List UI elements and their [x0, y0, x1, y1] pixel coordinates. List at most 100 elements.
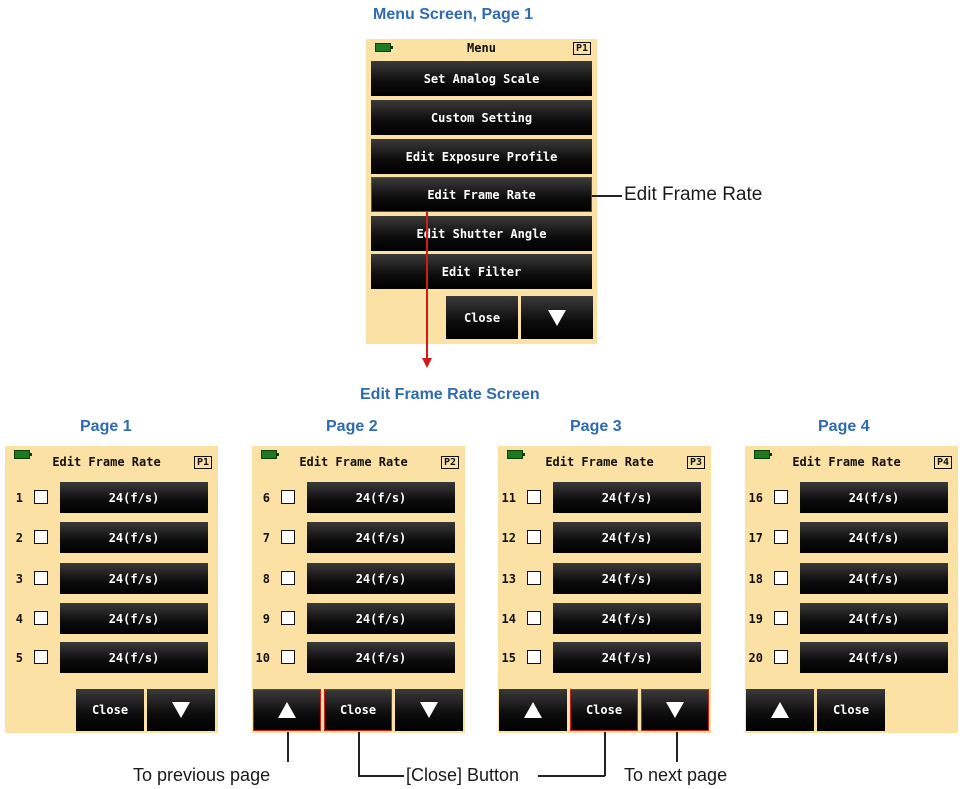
row-checkbox[interactable] — [774, 490, 788, 504]
row-checkbox[interactable] — [527, 490, 541, 504]
next-page-button[interactable] — [641, 689, 709, 731]
close-button[interactable]: Close — [446, 296, 518, 339]
frame-rate-value-button[interactable]: 24(f/s) — [800, 522, 948, 553]
callout-line-close-left-drop — [358, 732, 360, 776]
row-checkbox[interactable] — [34, 571, 48, 585]
frame-rate-value-button[interactable]: 24(f/s) — [800, 563, 948, 594]
edit-frame-rate-page-1: Edit Frame Rate P1 1 24(f/s) 2 24(f/s) 3… — [5, 446, 218, 733]
close-button[interactable]: Close — [817, 689, 885, 731]
frame-rate-value-button[interactable]: 24(f/s) — [60, 563, 208, 594]
row-number: 2 — [15, 531, 23, 545]
row-checkbox[interactable] — [774, 611, 788, 625]
frame-rate-value-button[interactable]: 24(f/s) — [307, 563, 455, 594]
page-indicator: P4 — [933, 456, 952, 469]
row-number: 20 — [748, 651, 763, 665]
callout-line-close-right-drop — [604, 732, 606, 776]
row-number: 10 — [255, 651, 270, 665]
frame-rate-value-button[interactable]: 24(f/s) — [800, 603, 948, 634]
row-checkbox[interactable] — [34, 530, 48, 544]
screen-title: Edit Frame Rate — [792, 455, 901, 469]
frame-rate-value-button[interactable]: 24(f/s) — [800, 482, 948, 513]
row-checkbox[interactable] — [281, 530, 295, 544]
menu-item-edit-shutter-angle[interactable]: Edit Shutter Angle — [371, 216, 592, 251]
row-checkbox[interactable] — [527, 571, 541, 585]
frame-rate-value-button[interactable]: 24(f/s) — [553, 603, 701, 634]
row-checkbox[interactable] — [281, 571, 295, 585]
row-checkbox[interactable] — [281, 650, 295, 664]
previous-page-button[interactable] — [253, 689, 321, 731]
row-checkbox[interactable] — [527, 611, 541, 625]
frame-rate-value-button[interactable]: 24(f/s) — [60, 522, 208, 553]
next-page-button[interactable] — [521, 296, 593, 339]
frame-rate-value-button[interactable]: 24(f/s) — [307, 482, 455, 513]
row-checkbox[interactable] — [527, 650, 541, 664]
annotation-next-page: To next page — [624, 765, 728, 785]
screen-title: Edit Frame Rate — [52, 455, 161, 469]
previous-page-button[interactable] — [746, 689, 814, 731]
page-heading: Page 4 — [818, 418, 870, 435]
row-checkbox[interactable] — [34, 490, 48, 504]
row-checkbox[interactable] — [527, 530, 541, 544]
row-number: 1 — [15, 491, 23, 505]
frame-rate-value-button[interactable]: 24(f/s) — [307, 642, 455, 673]
row-number: 11 — [501, 491, 516, 505]
edit-frame-rate-page-4: Edit Frame Rate P4 16 24(f/s) 17 24(f/s)… — [745, 446, 958, 733]
page-indicator: P1 — [572, 42, 591, 55]
row-number: 8 — [262, 572, 270, 586]
row-checkbox[interactable] — [281, 490, 295, 504]
row-checkbox[interactable] — [34, 650, 48, 664]
menu-screen-heading: Menu Screen, Page 1 — [373, 6, 534, 23]
page-indicator: P2 — [440, 456, 459, 469]
arrow-down-icon — [172, 702, 190, 718]
frame-rate-value-button[interactable]: 24(f/s) — [60, 482, 208, 513]
edit-frame-rate-page-3: Edit Frame Rate P3 11 24(f/s) 12 24(f/s)… — [498, 446, 711, 733]
frame-rate-value-button[interactable]: 24(f/s) — [60, 603, 208, 634]
next-page-button[interactable] — [147, 689, 215, 731]
callout-line — [592, 195, 622, 197]
row-number: 5 — [15, 651, 23, 665]
close-button[interactable]: Close — [570, 689, 638, 731]
next-page-button[interactable] — [395, 689, 463, 731]
frame-rate-value-button[interactable]: 24(f/s) — [800, 642, 948, 673]
frame-rate-value-button[interactable]: 24(f/s) — [553, 563, 701, 594]
row-number: 3 — [15, 572, 23, 586]
row-number: 14 — [501, 612, 516, 626]
row-checkbox[interactable] — [774, 650, 788, 664]
row-number: 12 — [501, 531, 516, 545]
menu-item-edit-exposure-profile[interactable]: Edit Exposure Profile — [371, 139, 592, 174]
row-number: 9 — [262, 612, 270, 626]
row-number: 4 — [15, 612, 23, 626]
edit-screen-heading: Edit Frame Rate Screen — [360, 386, 540, 403]
row-checkbox[interactable] — [34, 611, 48, 625]
arrow-up-icon — [278, 702, 296, 718]
row-number: 6 — [262, 491, 270, 505]
row-number: 7 — [262, 531, 270, 545]
arrow-up-icon — [771, 702, 789, 718]
arrow-down-icon — [422, 358, 432, 368]
row-number: 17 — [748, 531, 763, 545]
row-number: 18 — [748, 572, 763, 586]
frame-rate-value-button[interactable]: 24(f/s) — [307, 603, 455, 634]
menu-item-custom-setting[interactable]: Custom Setting — [371, 100, 592, 135]
arrow-up-icon — [524, 702, 542, 718]
menu-item-edit-filter[interactable]: Edit Filter — [371, 254, 592, 289]
menu-item-set-analog-scale[interactable]: Set Analog Scale — [371, 61, 592, 96]
close-button[interactable]: Close — [324, 689, 392, 731]
callout-line-close-right — [538, 775, 605, 777]
callout-line-next — [676, 732, 678, 762]
row-checkbox[interactable] — [774, 530, 788, 544]
close-button[interactable]: Close — [76, 689, 144, 731]
row-checkbox[interactable] — [774, 571, 788, 585]
row-number: 13 — [501, 572, 516, 586]
arrow-down-icon — [666, 702, 684, 718]
menu-item-edit-frame-rate[interactable]: Edit Frame Rate — [371, 177, 592, 212]
row-checkbox[interactable] — [281, 611, 295, 625]
frame-rate-value-button[interactable]: 24(f/s) — [553, 642, 701, 673]
frame-rate-value-button[interactable]: 24(f/s) — [553, 522, 701, 553]
frame-rate-value-button[interactable]: 24(f/s) — [60, 642, 208, 673]
frame-rate-value-button[interactable]: 24(f/s) — [307, 522, 455, 553]
arrow-down-icon — [548, 309, 566, 326]
frame-rate-value-button[interactable]: 24(f/s) — [553, 482, 701, 513]
row-number: 15 — [501, 651, 516, 665]
previous-page-button[interactable] — [499, 689, 567, 731]
